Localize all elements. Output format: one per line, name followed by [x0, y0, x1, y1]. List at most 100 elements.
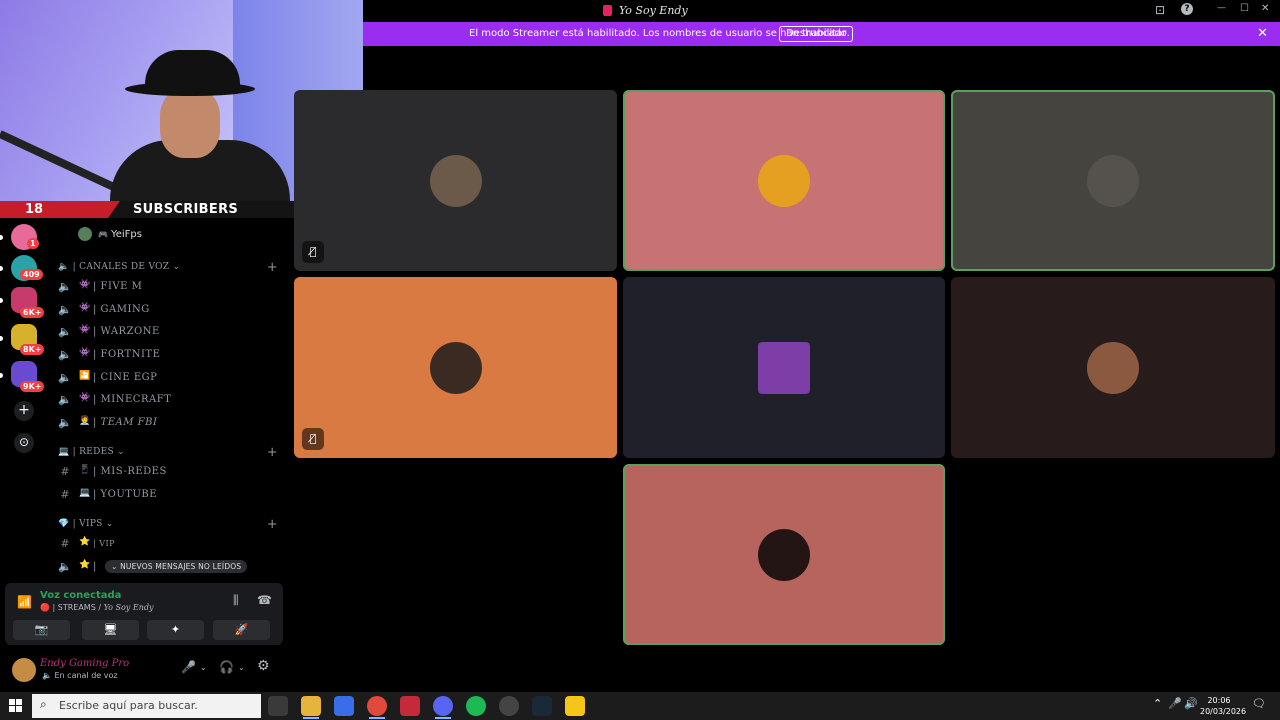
channel-emoji-icon: 👾 [79, 348, 91, 358]
clock[interactable]: 20:06 20/03/2026 [1200, 695, 1246, 717]
channel-emoji-icon: 🎦 [79, 371, 91, 381]
close-window-button[interactable]: ✕ [1261, 3, 1269, 14]
windows-start-icon[interactable] [9, 699, 23, 713]
steam-icon[interactable] [532, 696, 552, 716]
channel-name: | VIP [93, 539, 116, 548]
discord-icon[interactable] [433, 696, 453, 716]
disable-streamer-mode-button[interactable]: Deshabilitar [779, 26, 854, 42]
spotify-icon[interactable] [466, 696, 486, 716]
channel-name: | TEAM FBI [93, 417, 158, 428]
channel-emoji-icon: 👾 [79, 393, 91, 403]
noise-suppression-icon[interactable]: ⫼ [233, 593, 239, 608]
voice-channel-name: Yo Soy Endy [103, 603, 154, 612]
chrome-icon[interactable] [367, 696, 387, 716]
channel-emoji-icon: 💻 [79, 488, 91, 498]
add-channel-icon[interactable]: + [267, 517, 278, 532]
activities-button[interactable]: ✦ [147, 620, 204, 640]
search-placeholder: Escribe aquí para buscar. [59, 699, 198, 712]
voice-channel[interactable]: 🔈 🧑‍💼 | TEAM FBI [58, 415, 283, 433]
soundboard-button[interactable]: 🚀 [213, 620, 270, 640]
channel-name: | WARZONE [93, 326, 160, 337]
help-icon[interactable]: ? [1181, 3, 1193, 15]
microphone-icon[interactable]: 🎤 [181, 660, 196, 674]
store-icon[interactable] [334, 696, 354, 716]
channel-name: | [93, 561, 97, 572]
streamer-mode-banner: El modo Streamer está habilitado. Los no… [363, 22, 1280, 46]
camera-button[interactable]: 📷 [13, 620, 70, 640]
subscriber-counter-accent [0, 201, 120, 218]
channel-emoji-icon: 📱 [79, 465, 91, 475]
chevron-up-icon[interactable]: ⌃ [1153, 697, 1162, 710]
participant-tile[interactable]: 🎙̸ [294, 90, 617, 271]
voice-channel[interactable]: 🔈 👾 | WARZONE [58, 324, 283, 342]
speaker-icon: 🔈 [58, 303, 72, 316]
voice-channel-path[interactable]: 🔴 | STREAMS / Yo Soy Endy [40, 603, 154, 612]
voice-channel[interactable]: 🔈 👾 | FORTNITE [58, 347, 283, 365]
channel-emoji-icon: ⭐ [79, 537, 91, 547]
channel-name: | YOUTUBE [93, 489, 158, 500]
voice-channel[interactable]: 🔈 🎦 | CINE EGP [58, 370, 283, 388]
voice-channel[interactable]: 🔈 👾 | FIVE M [58, 279, 283, 297]
add-channel-icon[interactable]: + [267, 445, 278, 460]
discover-icon[interactable]: ⊙ [14, 433, 34, 453]
add-server-icon[interactable]: + [14, 401, 34, 421]
server-unread-pill [0, 373, 3, 378]
rockstar-icon[interactable] [565, 696, 585, 716]
chevron-down-icon[interactable]: ⌄ [238, 663, 245, 672]
webcam-streamer-face [160, 88, 220, 158]
inbox-icon[interactable]: ⊡ [1155, 3, 1165, 17]
voice-member-name: YeiFps [110, 229, 142, 240]
voice-channel[interactable]: 🔈 👾 | GAMING [58, 302, 283, 320]
server-badge: 8K+ [20, 344, 45, 355]
channel-emoji-icon: 🧑‍💼 [79, 416, 91, 426]
voice-member-row[interactable]: 🎮 YeiFps [78, 227, 142, 241]
text-channel[interactable]: # ⭐ | VIP [58, 536, 283, 554]
channel-sidebar: 🎮 YeiFps 🔈 | CANALES DE VOZ ⌄ + 🔈 👾 | FIV… [48, 218, 288, 582]
taskbar-search-box[interactable]: ⌕ Escribe aquí para buscar. [32, 694, 261, 718]
microphone-tray-icon[interactable]: 🎤 [1168, 697, 1182, 710]
subscriber-count-left: 18 [25, 202, 44, 217]
maximize-button[interactable]: ☐ [1240, 3, 1249, 14]
volume-icon[interactable]: 🔊 [1184, 697, 1198, 710]
server-badge: 9K+ [20, 381, 45, 392]
file-explorer-icon[interactable] [301, 696, 321, 716]
disconnect-icon[interactable]: ☎ [257, 593, 272, 607]
headphones-icon[interactable]: 🎧 [219, 660, 234, 674]
close-banner-icon[interactable]: ✕ [1257, 26, 1268, 41]
username[interactable]: Endy Gaming Pro [40, 658, 129, 669]
notifications-icon[interactable]: 🗨 [1252, 697, 1266, 710]
obs-icon[interactable] [499, 696, 519, 716]
participant-tile[interactable] [623, 464, 945, 645]
avatar[interactable] [12, 658, 36, 682]
participant-tile[interactable] [951, 90, 1275, 271]
participant-tile[interactable] [623, 90, 945, 271]
add-channel-icon[interactable]: + [267, 260, 278, 275]
category-redes[interactable]: 💻 | REDES ⌄ + [58, 445, 278, 461]
text-channel[interactable]: # 💻 | YOUTUBE [58, 487, 283, 505]
speaker-icon: 🔈 [58, 280, 72, 293]
minimize-button[interactable]: — [1217, 3, 1226, 13]
new-unread-messages-pill[interactable]: ⌄ NUEVOS MENSAJES NO LEÍDOS [105, 560, 248, 573]
task-view-icon[interactable] [268, 696, 288, 716]
category-label: 💻 | REDES ⌄ [58, 447, 125, 457]
signal-icon[interactable]: 📶 [17, 595, 32, 609]
participant-tile[interactable] [623, 277, 945, 458]
category-voice-channels[interactable]: 🔈 | CANALES DE VOZ ⌄ + [58, 260, 278, 276]
voice-status[interactable]: Voz conectada [40, 590, 121, 601]
screen-share-button[interactable]: 🖥 [82, 620, 139, 640]
chevron-down-icon[interactable]: ⌄ [200, 663, 207, 672]
participant-tile[interactable]: 🎙̸ [294, 277, 617, 458]
channel-emoji-icon: 👾 [79, 325, 91, 335]
hashtag-icon: # [60, 488, 70, 501]
participant-avatar [429, 154, 482, 207]
voice-channel[interactable]: 🔈 👾 | MINECRAFT [58, 392, 283, 410]
category-vips[interactable]: 💎 | VIPS ⌄ + [58, 517, 278, 533]
settings-gear-icon[interactable]: ⚙ [257, 658, 270, 674]
server-unread-pill [0, 266, 3, 271]
participant-avatar [429, 341, 482, 394]
user-panel: Endy Gaming Pro 🔈 En canal de voz 🎤 ⌄ 🎧 … [5, 650, 283, 690]
channel-emoji-icon: 👾 [79, 280, 91, 290]
participant-tile[interactable] [951, 277, 1275, 458]
autodesk-icon[interactable] [400, 696, 420, 716]
text-channel[interactable]: # 📱 | MIS-REDES [58, 464, 283, 482]
